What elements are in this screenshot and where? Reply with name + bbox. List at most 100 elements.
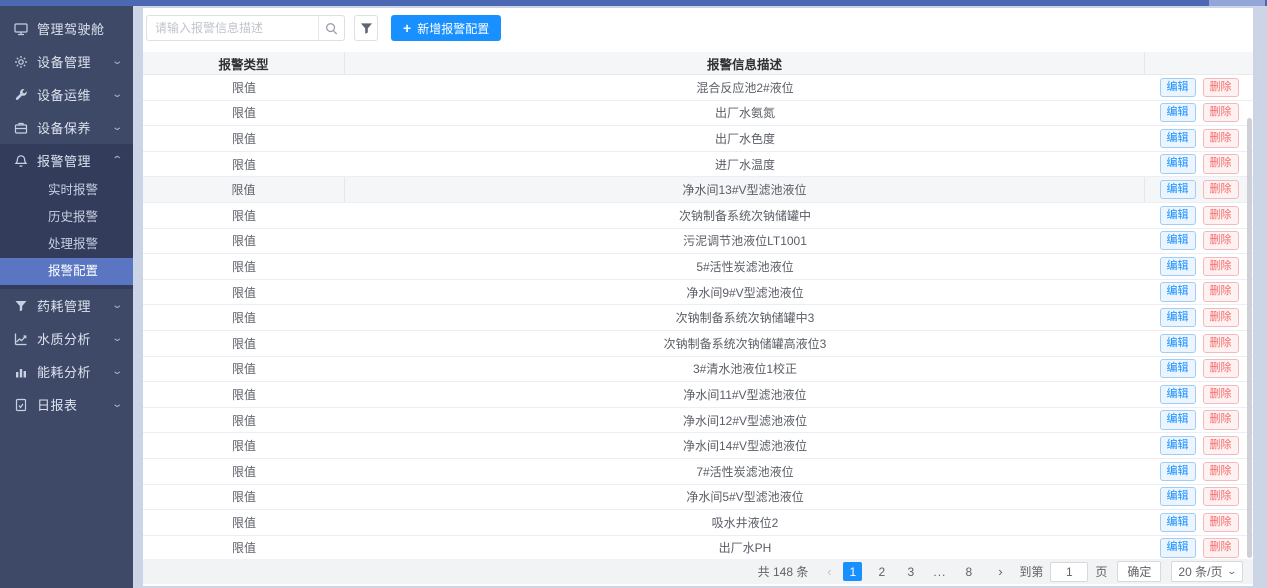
table-row: 限值次钠制备系统次钠储罐高液位3编辑删除 (143, 331, 1253, 357)
edit-button[interactable]: 编辑 (1160, 103, 1196, 122)
sidebar-item-8[interactable]: 日报表⌄ (0, 388, 133, 421)
sidebar-subitem-0[interactable]: 实时报警 (0, 177, 133, 204)
sidebar-subitem-3[interactable]: 报警配置 (0, 258, 133, 285)
edit-button[interactable]: 编辑 (1160, 206, 1196, 225)
edit-button[interactable]: 编辑 (1160, 282, 1196, 301)
edit-button[interactable]: 编辑 (1160, 129, 1196, 148)
cell-alarm-type: 限值 (143, 177, 345, 202)
edit-button[interactable]: 编辑 (1160, 462, 1196, 481)
delete-button[interactable]: 删除 (1203, 206, 1239, 225)
table-row: 限值净水间5#V型滤池液位编辑删除 (143, 485, 1253, 511)
goto-confirm-button[interactable]: 确定 (1117, 561, 1161, 582)
edit-button[interactable]: 编辑 (1160, 78, 1196, 97)
cell-alarm-desc: 出厂水氨氮 (345, 101, 1145, 126)
prev-page-icon[interactable]: ‹ (820, 563, 838, 581)
edit-button[interactable]: 编辑 (1160, 231, 1196, 250)
delete-button[interactable]: 删除 (1203, 462, 1239, 481)
filter-button[interactable] (354, 15, 378, 41)
next-page-icon[interactable]: › (991, 563, 1009, 581)
sidebar-item-label: 设备保养 (37, 118, 113, 137)
delete-button[interactable]: 删除 (1203, 334, 1239, 353)
cell-alarm-desc: 吸水井液位2 (345, 510, 1145, 535)
edit-button[interactable]: 编辑 (1160, 359, 1196, 378)
edit-button[interactable]: 编辑 (1160, 154, 1196, 173)
page-number-1[interactable]: 1 (843, 562, 862, 581)
funnel-icon (13, 298, 28, 313)
cell-alarm-type: 限值 (143, 280, 345, 305)
delete-button[interactable]: 删除 (1203, 129, 1239, 148)
delete-button[interactable]: 删除 (1203, 487, 1239, 506)
table-row: 限值净水间11#V型滤池液位编辑删除 (143, 382, 1253, 408)
sidebar-item-4[interactable]: 报警管理⌃ (0, 144, 133, 177)
sidebar-item-label: 报警管理 (37, 151, 113, 170)
delete-button[interactable]: 删除 (1203, 410, 1239, 429)
search-icon[interactable] (318, 16, 344, 40)
delete-button[interactable]: 删除 (1203, 308, 1239, 327)
line-chart-icon (13, 331, 28, 346)
page-number-2[interactable]: 2 (872, 562, 891, 581)
page-number-8[interactable]: 8 (959, 562, 978, 581)
page-size-select[interactable]: 20 条/页 ⌄ (1171, 561, 1243, 582)
monitor-icon (13, 21, 28, 36)
scrollbar-thumb[interactable] (1247, 118, 1252, 558)
cell-actions: 编辑删除 (1145, 382, 1253, 407)
chevron-down-icon: ⌄ (111, 122, 123, 133)
delete-button[interactable]: 删除 (1203, 231, 1239, 250)
sidebar-item-label: 设备运维 (37, 85, 113, 104)
menu-section: 日报表⌄ (0, 388, 133, 421)
delete-button[interactable]: 删除 (1203, 103, 1239, 122)
menu-section: 报警管理⌃实时报警历史报警处理报警报警配置 (0, 144, 133, 289)
sidebar-item-7[interactable]: 能耗分析⌄ (0, 355, 133, 388)
edit-button[interactable]: 编辑 (1160, 257, 1196, 276)
add-alarm-config-button[interactable]: + 新增报警配置 (391, 15, 501, 41)
cell-alarm-type: 限值 (143, 408, 345, 433)
cell-actions: 编辑删除 (1145, 536, 1253, 561)
delete-button[interactable]: 删除 (1203, 385, 1239, 404)
sidebar-item-label: 设备管理 (37, 52, 113, 71)
delete-button[interactable]: 删除 (1203, 436, 1239, 455)
menu-section: 设备保养⌄ (0, 111, 133, 144)
delete-button[interactable]: 删除 (1203, 282, 1239, 301)
delete-button[interactable]: 删除 (1203, 154, 1239, 173)
cell-alarm-desc: 3#清水池液位1校正 (345, 357, 1145, 382)
edit-button[interactable]: 编辑 (1160, 334, 1196, 353)
edit-button[interactable]: 编辑 (1160, 308, 1196, 327)
sidebar-item-1[interactable]: 设备管理⌄ (0, 45, 133, 78)
toolbar: + 新增报警配置 (143, 15, 501, 41)
sidebar-item-5[interactable]: 药耗管理⌄ (0, 289, 133, 322)
edit-button[interactable]: 编辑 (1160, 385, 1196, 404)
sidebar-subitem-2[interactable]: 处理报警 (0, 231, 133, 258)
page-number-3[interactable]: 3 (901, 562, 920, 581)
delete-button[interactable]: 删除 (1203, 538, 1239, 557)
table-row: 限值进厂水温度编辑删除 (143, 152, 1253, 178)
cell-actions: 编辑删除 (1145, 75, 1253, 100)
table-row: 限值出厂水氨氮编辑删除 (143, 101, 1253, 127)
edit-button[interactable]: 编辑 (1160, 487, 1196, 506)
cell-actions: 编辑删除 (1145, 357, 1253, 382)
delete-button[interactable]: 删除 (1203, 78, 1239, 97)
chevron-down-icon: ⌄ (111, 89, 123, 100)
edit-button[interactable]: 编辑 (1160, 436, 1196, 455)
sidebar-subitem-1[interactable]: 历史报警 (0, 204, 133, 231)
table-row: 限值吸水井液位2编辑删除 (143, 510, 1253, 536)
sidebar-item-2[interactable]: 设备运维⌄ (0, 78, 133, 111)
sidebar-item-6[interactable]: 水质分析⌄ (0, 322, 133, 355)
goto-page-input[interactable] (1050, 562, 1088, 582)
edit-button[interactable]: 编辑 (1160, 538, 1196, 557)
delete-button[interactable]: 删除 (1203, 257, 1239, 276)
sidebar-item-0[interactable]: 管理驾驶舱 (0, 12, 133, 45)
menu-section: 设备运维⌄ (0, 78, 133, 111)
edit-button[interactable]: 编辑 (1160, 513, 1196, 532)
edit-button[interactable]: 编辑 (1160, 180, 1196, 199)
delete-button[interactable]: 删除 (1203, 359, 1239, 378)
sidebar-item-3[interactable]: 设备保养⌄ (0, 111, 133, 144)
delete-button[interactable]: 删除 (1203, 180, 1239, 199)
cell-alarm-type: 限值 (143, 203, 345, 228)
delete-button[interactable]: 删除 (1203, 513, 1239, 532)
edit-button[interactable]: 编辑 (1160, 410, 1196, 429)
sidebar-menu: 管理驾驶舱设备管理⌄设备运维⌄设备保养⌄报警管理⌃实时报警历史报警处理报警报警配… (0, 6, 133, 588)
search-input[interactable] (147, 16, 318, 40)
cell-alarm-desc: 污泥调节池液位LT1001 (345, 229, 1145, 254)
sidebar-item-label: 药耗管理 (37, 296, 113, 315)
table-row: 限值次钠制备系统次钠储罐中编辑删除 (143, 203, 1253, 229)
